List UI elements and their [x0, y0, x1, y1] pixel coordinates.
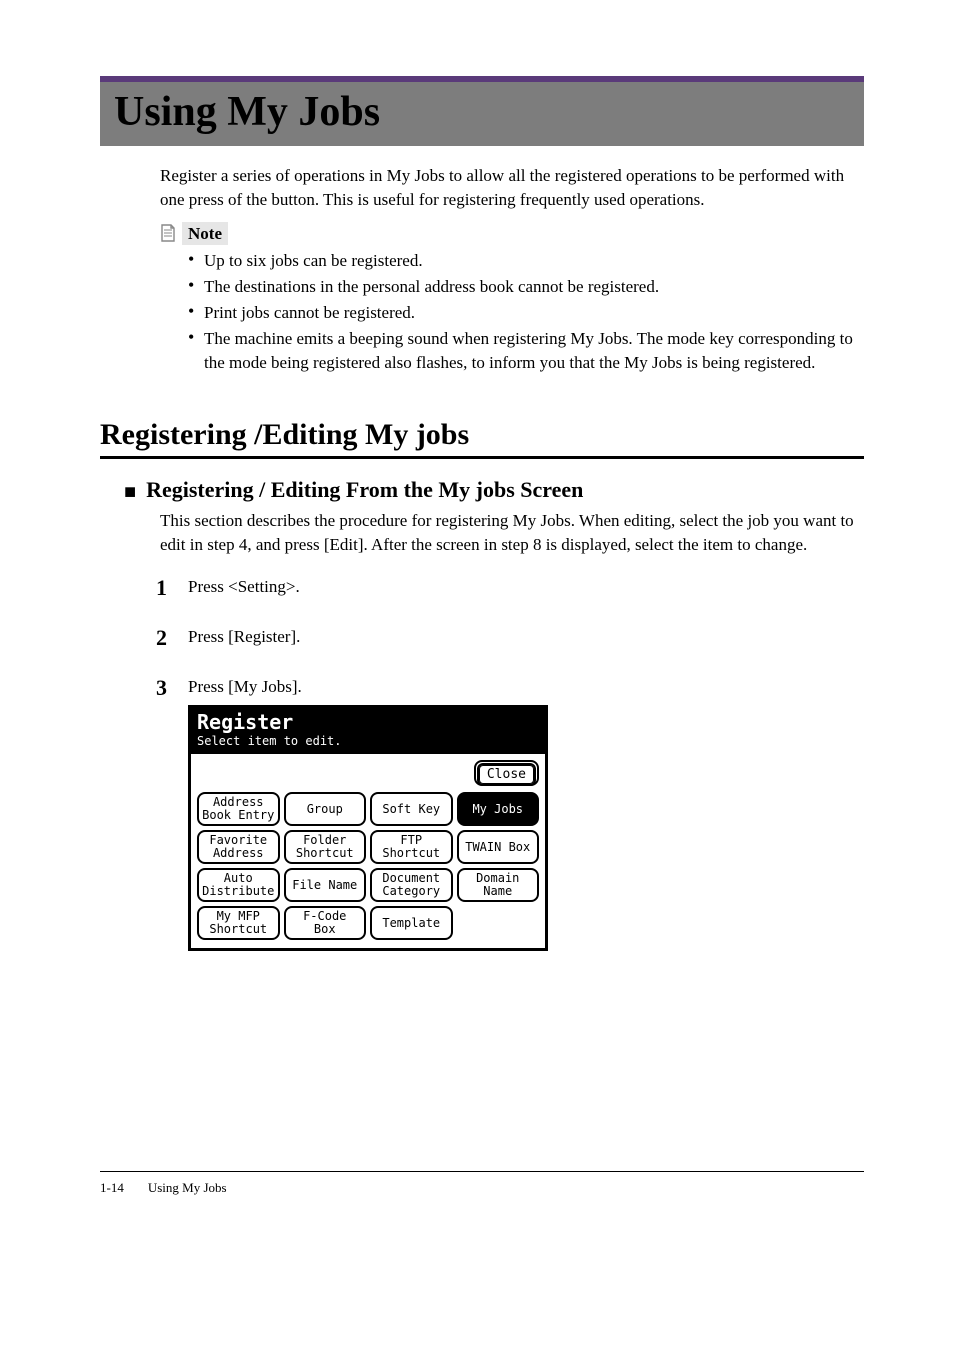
note-item: Up to six jobs can be registered.: [188, 249, 854, 273]
device-grid-button[interactable]: My Jobs: [457, 792, 540, 826]
device-grid-button[interactable]: FavoriteAddress: [197, 830, 280, 864]
device-grid-button[interactable]: File Name: [284, 868, 367, 902]
note-list: Up to six jobs can be registered. The de…: [188, 249, 854, 374]
device-subtitle: Select item to edit.: [197, 734, 539, 748]
device-grid-button[interactable]: TWAIN Box: [457, 830, 540, 864]
step-text: Press <Setting>.: [188, 577, 300, 596]
device-grid-button[interactable]: FTPShortcut: [370, 830, 453, 864]
device-grid-button[interactable]: My MFPShortcut: [197, 906, 280, 940]
note-item: The machine emits a beeping sound when r…: [188, 327, 854, 375]
device-grid-button[interactable]: FolderShortcut: [284, 830, 367, 864]
note-label: Note: [188, 224, 222, 243]
step-item: Press [Register].: [156, 627, 864, 647]
note-item: The destinations in the personal address…: [188, 275, 854, 299]
device-button-grid: AddressBook EntryGroupSoft KeyMy Jobs Fav…: [191, 788, 545, 948]
step-text: Press [My Jobs].: [188, 677, 302, 696]
device-grid-button[interactable]: F-CodeBox: [284, 906, 367, 940]
chapter-title-banner: Using My Jobs: [100, 76, 864, 146]
device-title: Register: [197, 712, 539, 732]
square-bullet-icon: ■: [124, 482, 136, 502]
device-header: Register Select item to edit.: [191, 708, 545, 754]
intro-paragraph: Register a series of operations in My Jo…: [160, 164, 854, 212]
device-grid-button[interactable]: Template: [370, 906, 453, 940]
device-grid-button[interactable]: Group: [284, 792, 367, 826]
step-item: Press [My Jobs]. Register Select item to…: [156, 677, 864, 951]
subsection-heading-row: ■ Registering / Editing From the My jobs…: [124, 477, 864, 503]
footer-chapter-title: Using My Jobs: [148, 1180, 227, 1196]
note-paper-icon: [160, 224, 176, 242]
note-item: Print jobs cannot be registered.: [188, 301, 854, 325]
device-close-button[interactable]: Close: [474, 760, 539, 786]
device-grid-button[interactable]: AutoDistribute: [197, 868, 280, 902]
note-heading: Note: [160, 222, 854, 246]
device-grid-empty-cell: [457, 906, 540, 940]
device-grid-button[interactable]: DocumentCategory: [370, 868, 453, 902]
section-heading: Registering /Editing My jobs: [100, 418, 864, 459]
device-grid-button[interactable]: DomainName: [457, 868, 540, 902]
page-footer: 1-14 Using My Jobs: [100, 1171, 864, 1196]
step-list: Press <Setting>. Press [Register]. Press…: [156, 577, 864, 951]
device-grid-button[interactable]: AddressBook Entry: [197, 792, 280, 826]
subsection-heading: Registering / Editing From the My jobs S…: [146, 477, 583, 503]
step-text: Press [Register].: [188, 627, 300, 646]
device-grid-button[interactable]: Soft Key: [370, 792, 453, 826]
step-item: Press <Setting>.: [156, 577, 864, 597]
device-screenshot: Register Select item to edit. Close Addr…: [188, 705, 548, 951]
footer-page-number: 1-14: [100, 1180, 124, 1196]
subsection-body: This section describes the procedure for…: [160, 509, 854, 557]
chapter-title: Using My Jobs: [114, 88, 850, 136]
device-close-label: Close: [477, 763, 536, 786]
